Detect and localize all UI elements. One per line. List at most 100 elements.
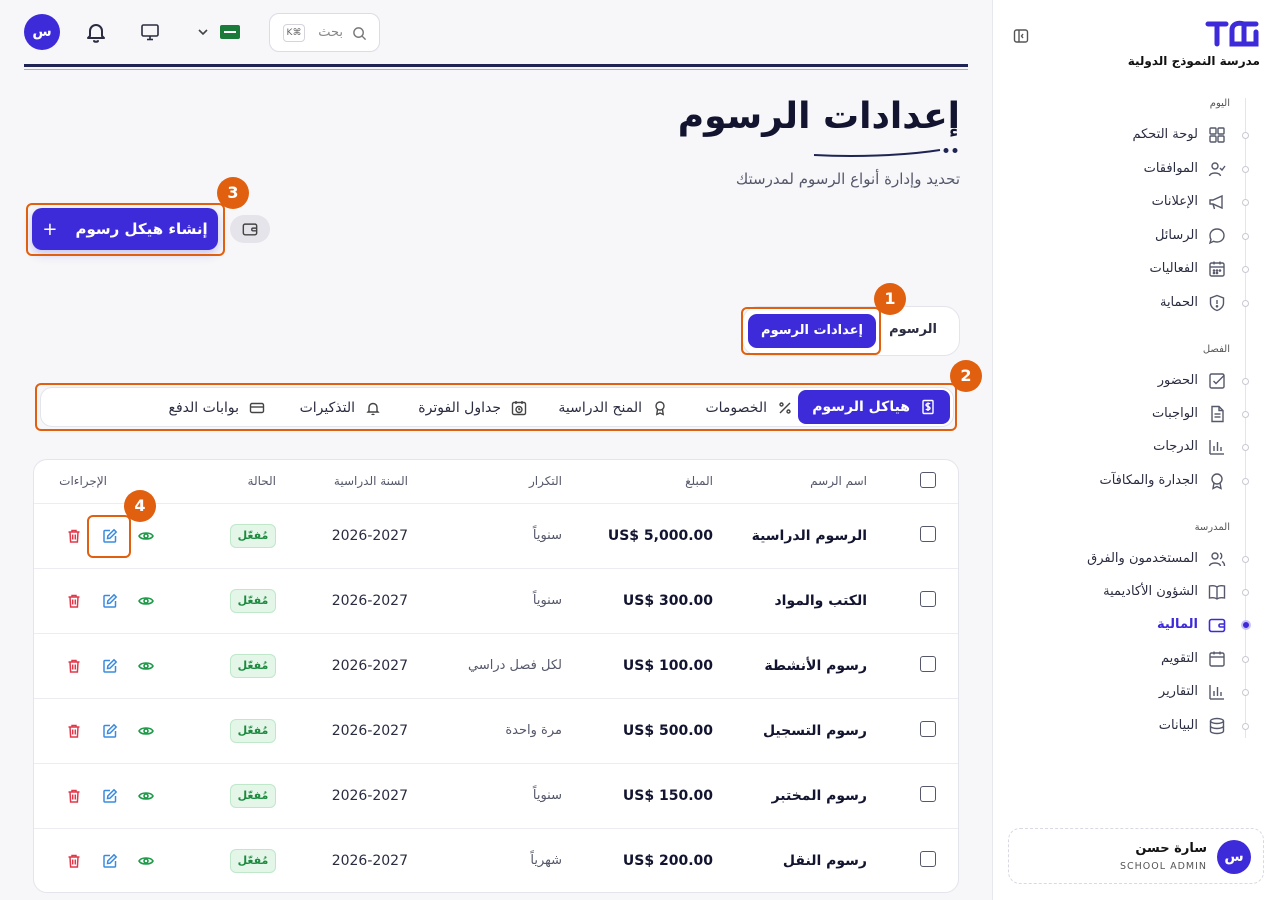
sidebar-item-reports[interactable]: التقارير [992, 676, 1280, 708]
book-icon [1208, 585, 1226, 600]
table-header-row: اسم الرسم المبلغ التكرار السنة الدراسية … [34, 460, 958, 504]
sidebar-item-grades[interactable]: الدرجات [992, 431, 1280, 463]
edit-button[interactable] [95, 521, 125, 551]
sidebar-dot [1242, 689, 1249, 696]
tab-label: بوابات الدفع [168, 400, 239, 416]
view-button[interactable] [131, 521, 161, 551]
edit-button[interactable] [95, 781, 125, 811]
sidebar-item-messages[interactable]: الرسائل [992, 220, 1280, 252]
fee-name: رسوم التسجيل [762, 723, 867, 739]
fee-frequency: لكل فصل دراسي [468, 658, 562, 673]
sidebar-item-label: الحماية [1159, 295, 1198, 310]
shield-icon [1209, 294, 1225, 312]
monitor-icon[interactable] [140, 22, 160, 42]
sidebar-item-events[interactable]: الفعاليات [992, 253, 1280, 285]
tab-fee-settings[interactable]: إعدادات الرسوم [748, 314, 876, 348]
edit-button[interactable] [95, 846, 125, 876]
tab-label: هياكل الرسوم [812, 399, 910, 415]
language-selector[interactable] [196, 22, 244, 42]
search-box[interactable]: بحث K⌘ [269, 13, 380, 52]
row-checkbox[interactable] [920, 526, 936, 542]
sidebar-item-approvals[interactable]: الموافقات [992, 153, 1280, 185]
user-check-icon [1208, 162, 1226, 177]
user-profile-card[interactable]: س سارة حسن SCHOOL ADMIN [1008, 828, 1264, 884]
sidebar-dot [1242, 444, 1249, 451]
sidebar-item-attendance[interactable]: الحضور [992, 365, 1280, 397]
sidebar-item-homework[interactable]: الواجبات [992, 398, 1280, 430]
view-button[interactable] [131, 651, 161, 681]
sidebar-item-safeguarding[interactable]: الحماية [992, 287, 1280, 319]
search-input[interactable]: بحث [318, 25, 343, 40]
view-button[interactable] [131, 846, 161, 876]
delete-button[interactable] [59, 651, 89, 681]
header-academic-year: السنة الدراسية [333, 474, 408, 488]
tab-fee-structures[interactable]: هياكل الرسوم [798, 390, 950, 424]
calendar-clock-icon [511, 401, 527, 416]
sidebar: مدرسة النموذج الدولية اليوم لوحة التحكم … [992, 0, 1280, 900]
delete-button[interactable] [59, 521, 89, 551]
sidebar-item-merits[interactable]: الجدارة والمكافآت [992, 465, 1280, 497]
sidebar-item-label: الحضور [1157, 373, 1198, 388]
delete-button[interactable] [59, 586, 89, 616]
fee-amount: US$ 500.00 [622, 723, 713, 739]
edit-button[interactable] [95, 651, 125, 681]
check-square-icon [1209, 373, 1225, 389]
sidebar-item-label: الشؤون الأكاديمية [1103, 584, 1198, 599]
status-badge: مُفعّل [230, 849, 276, 873]
annotation-marker-1: 1 [874, 283, 906, 315]
row-checkbox[interactable] [920, 721, 936, 737]
trash-icon [66, 528, 82, 544]
sidebar-item-finance[interactable]: المالية [992, 609, 1280, 641]
sidebar-item-calendar[interactable]: التقويم [992, 643, 1280, 675]
delete-button[interactable] [59, 716, 89, 746]
tab-scholarships[interactable]: المنح الدراسية [558, 388, 668, 428]
sidebar-item-users-teams[interactable]: المستخدمون والفرق [992, 543, 1280, 575]
sidebar-item-label: الرسائل [1154, 228, 1198, 243]
tab-payment-gateways[interactable]: بوابات الدفع [169, 388, 265, 428]
tab-reminders[interactable]: التذكيرات [300, 388, 381, 428]
row-checkbox[interactable] [920, 786, 936, 802]
row-checkbox[interactable] [920, 591, 936, 607]
delete-button[interactable] [59, 846, 89, 876]
sidebar-item-label: المستخدمون والفرق [1087, 551, 1198, 566]
header-status: الحالة [247, 474, 276, 488]
chat-icon [1208, 228, 1225, 245]
view-button[interactable] [131, 586, 161, 616]
percent-icon [779, 402, 791, 414]
fee-academic-year: 2026-2027 [331, 658, 408, 674]
tab-billing-schedules[interactable]: جداول الفوترة [418, 388, 527, 428]
bell-icon[interactable] [84, 20, 108, 44]
sidebar-dot [1242, 556, 1249, 563]
sidebar-item-dashboard[interactable]: لوحة التحكم [992, 119, 1280, 151]
wallet-chip[interactable] [230, 215, 270, 243]
edit-button[interactable] [95, 586, 125, 616]
user-name: سارة حسن [1135, 841, 1207, 856]
header-amount: المبلغ [685, 474, 713, 488]
fee-name: رسوم الأنشطة [764, 658, 867, 674]
profile-avatar[interactable]: س [24, 14, 60, 50]
bar-chart-icon [1209, 685, 1224, 700]
row-checkbox[interactable] [920, 656, 936, 672]
row-checkbox[interactable] [920, 851, 936, 867]
edit-icon [102, 723, 118, 739]
sidebar-item-announcements[interactable]: الإعلانات [992, 186, 1280, 218]
sidebar-item-academics[interactable]: الشؤون الأكاديمية [992, 576, 1280, 608]
tab-fees[interactable]: الرسوم [889, 322, 937, 337]
database-icon [1209, 717, 1225, 735]
award-icon [655, 401, 665, 416]
edit-button[interactable] [95, 716, 125, 746]
users-icon [1208, 552, 1226, 567]
create-fee-structure-button[interactable]: إنشاء هيكل رسوم + [32, 208, 218, 250]
view-button[interactable] [131, 716, 161, 746]
header-divider [24, 64, 968, 67]
main-tabs: الرسوم إعدادات الرسوم [742, 306, 960, 356]
sidebar-item-data[interactable]: البيانات [992, 710, 1280, 742]
sidebar-collapse-icon[interactable] [1013, 28, 1029, 44]
chevron-down-icon [198, 29, 208, 36]
select-all-checkbox[interactable] [920, 472, 936, 488]
tab-discounts[interactable]: الخصومات [705, 388, 793, 428]
delete-button[interactable] [59, 781, 89, 811]
fee-name: الرسوم الدراسية [751, 528, 867, 544]
fee-academic-year: 2026-2027 [331, 723, 408, 739]
view-button[interactable] [131, 781, 161, 811]
